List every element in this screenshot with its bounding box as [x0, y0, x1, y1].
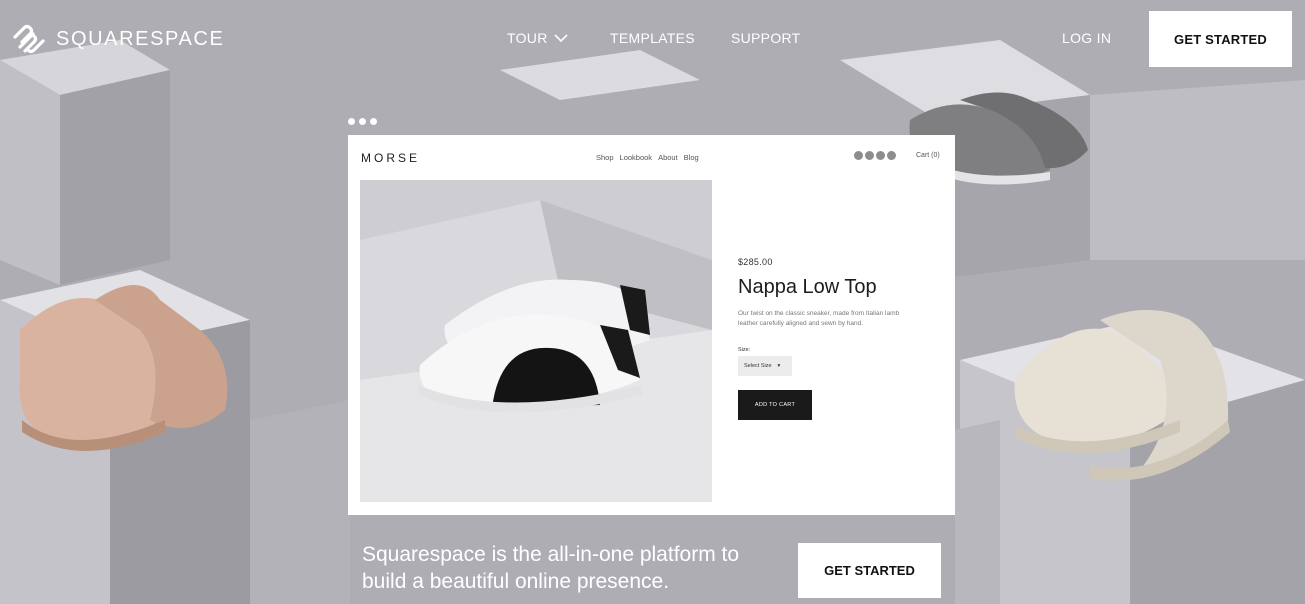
mockup-product-title: Nappa Low Top: [738, 276, 877, 298]
template-preview-mockup: MORSE Shop Lookbook About Blog Cart (0) …: [348, 135, 955, 515]
window-dot: [359, 118, 366, 125]
mockup-cart: Cart (0): [916, 152, 940, 159]
brand-name: SQUARESPACE: [56, 27, 225, 50]
chevron-down-icon: [554, 34, 568, 43]
facebook-icon: [876, 151, 885, 160]
window-dot: [370, 118, 377, 125]
window-dot: [348, 118, 355, 125]
top-navigation: SQUARESPACE TOUR TEMPLATES SUPPORT LOG I…: [0, 0, 1305, 76]
get-started-button-top[interactable]: GET STARTED: [1149, 11, 1292, 67]
nav-tour-label: TOUR: [507, 30, 548, 46]
mockup-nav: Shop Lookbook About Blog: [596, 153, 699, 162]
mockup-social-icons: [854, 151, 896, 160]
hero-tagline: Squarespace is the all-in-one platform t…: [362, 543, 740, 593]
mockup-nav-about: About: [658, 153, 678, 162]
mockup-product-image: [360, 180, 712, 502]
nav-login[interactable]: LOG IN: [1062, 30, 1111, 46]
brand-logo-link[interactable]: SQUARESPACE: [11, 24, 224, 54]
mockup-price: $285.00: [738, 257, 773, 267]
twitter-icon: [865, 151, 874, 160]
get-started-button-bottom[interactable]: GET STARTED: [798, 543, 941, 598]
squarespace-logo-icon: [13, 24, 45, 54]
nav-templates[interactable]: TEMPLATES: [610, 30, 695, 46]
nav-tour[interactable]: TOUR: [507, 30, 568, 46]
mockup-size-select-label: Select Size: [744, 363, 772, 369]
mockup-size-label: Size:: [738, 347, 751, 353]
instagram-icon: [887, 151, 896, 160]
mockup-add-to-cart-button: ADD TO CART: [738, 390, 812, 420]
mockup-logo: MORSE: [361, 151, 421, 165]
mockup-nav-lookbook: Lookbook: [619, 153, 653, 162]
email-icon: [854, 151, 863, 160]
mockup-product-description: Our twist on the classic sneaker, made f…: [738, 310, 900, 327]
browser-window-dots: [348, 118, 377, 125]
caret-down-icon: ▾: [777, 363, 781, 369]
mockup-size-select: Select Size ▾: [738, 356, 792, 376]
mockup-nav-shop: Shop: [596, 153, 614, 162]
nav-support[interactable]: SUPPORT: [731, 30, 801, 46]
mockup-nav-blog: Blog: [683, 153, 699, 162]
